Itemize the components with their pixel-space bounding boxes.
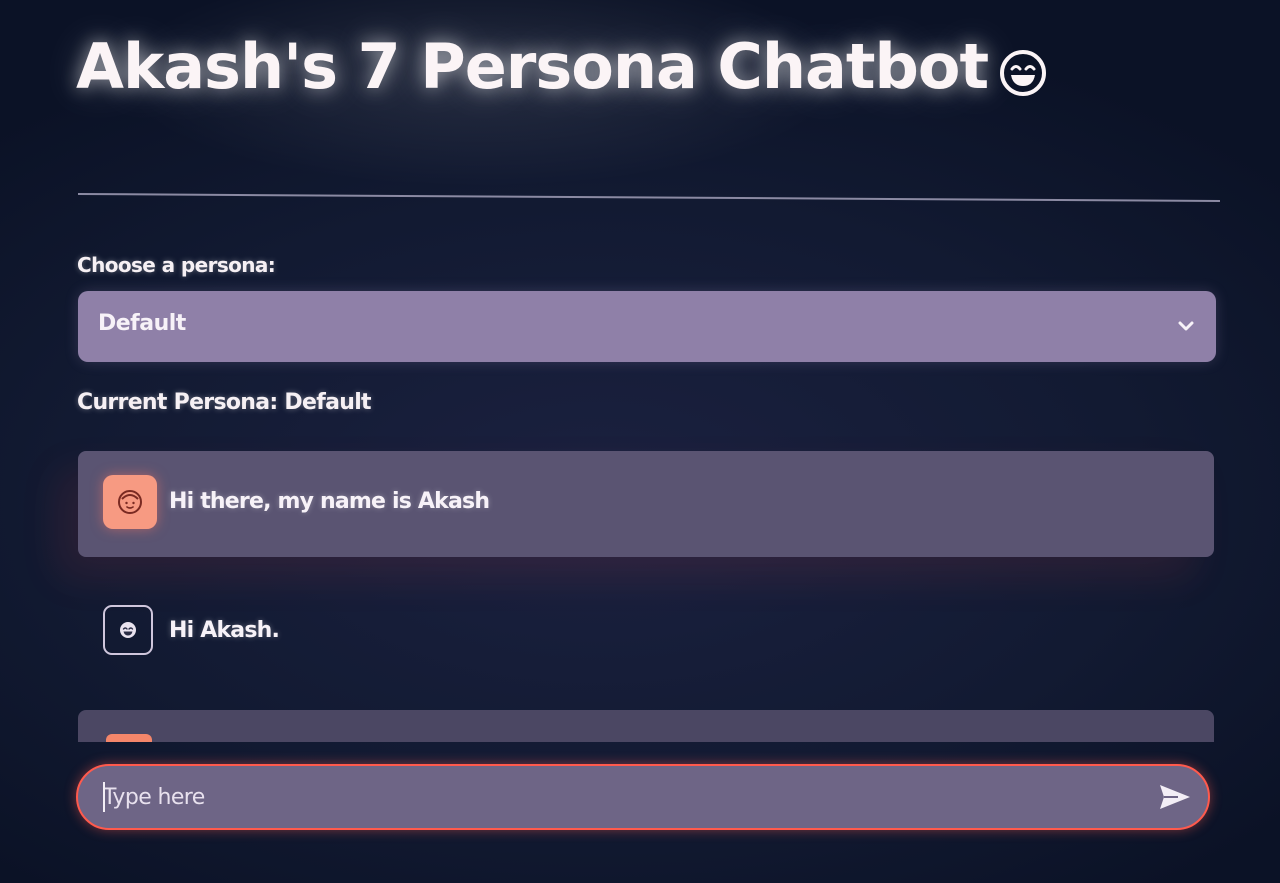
chat-message-user: Hi there, my name is Akash xyxy=(78,451,1214,557)
page-title: Akash's 7 Persona Chatbot xyxy=(76,30,1048,103)
user-face-icon xyxy=(103,475,157,529)
grinning-face-emoji-icon xyxy=(998,40,1048,96)
bot-face-icon xyxy=(103,605,153,655)
chat-input[interactable] xyxy=(103,778,1123,816)
chevron-down-icon xyxy=(1178,321,1194,331)
user-avatar-partial xyxy=(106,734,152,742)
chat-message-user-partial xyxy=(78,710,1214,742)
persona-select[interactable]: Default xyxy=(78,291,1216,362)
page-title-text: Akash's 7 Persona Chatbot xyxy=(76,30,989,103)
persona-select-label: Choose a persona: xyxy=(77,253,276,277)
text-caret xyxy=(103,782,105,812)
chat-message-text: Hi Akash. xyxy=(169,618,280,643)
chat-message-text: Hi there, my name is Akash xyxy=(169,489,490,514)
chat-message-assistant: Hi Akash. xyxy=(78,596,1214,668)
send-icon[interactable] xyxy=(1158,782,1192,812)
current-persona-text: Current Persona: Default xyxy=(77,390,372,415)
app-page: Akash's 7 Persona Chatbot Choose a perso… xyxy=(0,0,1280,883)
persona-select-value: Default xyxy=(98,311,186,336)
title-divider xyxy=(77,193,1220,202)
chat-input-container[interactable] xyxy=(76,764,1210,830)
